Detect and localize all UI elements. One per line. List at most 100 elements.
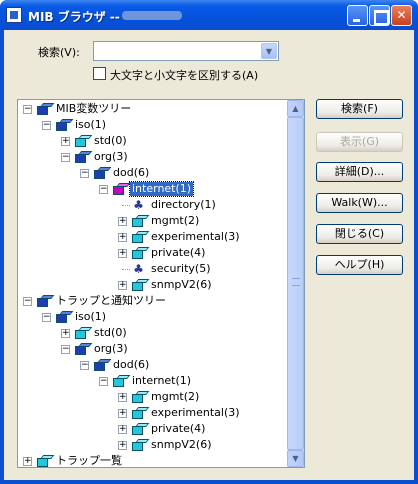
tree-node[interactable]: + private(4) [18,421,286,437]
tree-node[interactable]: − MIB変数ツリー [18,101,286,117]
tree-node[interactable]: + mgmt(2) [18,213,286,229]
tree-node[interactable]: + private(4) [18,245,286,261]
minimize-button[interactable] [347,5,368,26]
cube-icon [74,134,93,148]
expand-icon[interactable]: + [61,329,70,338]
collapse-icon[interactable]: − [23,297,32,306]
tree-node-label[interactable]: mgmt(2) [149,214,201,228]
tree-node[interactable]: − iso(1) [18,117,286,133]
tree-node[interactable]: − internet(1) [18,373,286,389]
search-button[interactable]: 検索(F) [316,99,403,119]
expand-icon[interactable]: + [118,281,127,290]
tree-node-label[interactable]: snmpV2(6) [149,278,214,292]
tree-node[interactable]: + snmpV2(6) [18,277,286,293]
tree-node[interactable]: ♣ directory(1) [18,197,286,213]
tree-node-label[interactable]: internet(1) [128,181,195,197]
tree-node-label[interactable]: snmpV2(6) [149,438,214,452]
cube-icon [131,390,150,404]
collapse-icon[interactable]: − [42,313,51,322]
tree-node[interactable]: ♣ security(5) [18,261,286,277]
tree-node[interactable]: − dod(6) [18,165,286,181]
expand-icon[interactable]: + [23,457,32,466]
tree-node-label[interactable]: directory(1) [149,198,218,212]
expand-icon[interactable]: + [118,249,127,258]
tree-node[interactable]: + std(0) [18,133,286,149]
scroll-up-button[interactable]: ▲ [287,100,304,117]
scroll-down-button[interactable]: ▼ [287,450,304,467]
tree-node-label[interactable]: internet(1) [130,374,193,388]
collapse-icon[interactable]: − [42,121,51,130]
tree-node-label[interactable]: MIB変数ツリー [54,102,133,116]
tree-node-label[interactable]: org(3) [92,342,130,356]
vertical-scrollbar[interactable]: ▲ ▼ [287,100,304,467]
show-button[interactable]: 表示(G) [316,132,403,152]
tree-node-label[interactable]: dod(6) [111,166,151,180]
tree-node[interactable]: + std(0) [18,325,286,341]
case-sensitive-label[interactable]: 大文字と小文字を区別する(A) [110,67,258,83]
cube-icon [55,310,74,324]
cube-icon [131,230,150,244]
collapse-icon[interactable]: − [80,169,89,178]
tree-node-label[interactable]: std(0) [92,326,129,340]
close-button[interactable]: 閉じる(C) [316,224,403,244]
tree-node[interactable]: − org(3) [18,149,286,165]
expand-icon[interactable]: + [118,217,127,226]
tree-node-label[interactable]: iso(1) [73,310,108,324]
tree-node[interactable]: − org(3) [18,341,286,357]
title-bar[interactable]: MIB ブラウザ -- ✕ [0,0,418,30]
collapse-icon[interactable]: − [61,345,70,354]
tree-node[interactable]: + snmpV2(6) [18,437,286,453]
tree-node[interactable]: − dod(6) [18,357,286,373]
mib-object-icon: ♣ [133,198,144,212]
tree-node-label[interactable]: experimental(3) [149,230,242,244]
cube-icon [36,294,55,308]
tree-node[interactable]: + トラップ一覧 [18,453,286,467]
search-combobox[interactable]: ▼ [93,41,279,61]
expand-icon[interactable]: + [61,137,70,146]
search-label: 検索(V): [38,46,80,59]
tree-node-label[interactable]: mgmt(2) [149,390,201,404]
tree-node-label[interactable]: private(4) [149,246,207,260]
walk-button[interactable]: Walk(W)... [316,193,403,213]
tree-node-label[interactable]: トラップ一覧 [54,454,124,467]
tree-node-label[interactable]: std(0) [92,134,129,148]
app-icon [6,7,22,23]
expand-icon[interactable]: + [118,393,127,402]
cube-icon [131,246,150,260]
tree-node[interactable]: − iso(1) [18,309,286,325]
scroll-thumb[interactable] [287,117,304,450]
tree-node[interactable]: − internet(1) [18,181,286,197]
tree-node[interactable]: + mgmt(2) [18,389,286,405]
close-window-button[interactable]: ✕ [391,5,412,26]
cube-icon [93,166,112,180]
collapse-icon[interactable]: − [99,377,108,386]
tree-node-label[interactable]: iso(1) [73,118,108,132]
expand-icon[interactable]: + [118,425,127,434]
tree-node-label[interactable]: experimental(3) [149,406,242,420]
cube-icon [55,118,74,132]
mib-tree-view[interactable]: ▲ ▼ − MIB変数ツリー − iso(1) + std(0) − org(3) − dod(6… [17,99,305,468]
chevron-down-icon[interactable]: ▼ [261,43,277,59]
tree-node-label[interactable]: トラップと通知ツリー [54,294,168,308]
help-button[interactable]: ヘルプ(H) [316,255,403,275]
tree-node-label[interactable]: dod(6) [111,358,151,372]
cube-icon [74,150,93,164]
collapse-icon[interactable]: − [61,153,70,162]
tree-node-label[interactable]: security(5) [149,262,213,276]
details-button[interactable]: 詳細(D)... [316,162,403,182]
tree-node[interactable]: + experimental(3) [18,229,286,245]
cube-icon [131,438,150,452]
tree-node[interactable]: + experimental(3) [18,405,286,421]
expand-icon[interactable]: + [118,233,127,242]
maximize-button[interactable] [369,5,390,26]
tree-node[interactable]: − トラップと通知ツリー [18,293,286,309]
expand-icon[interactable]: + [118,441,127,450]
expand-icon[interactable]: + [118,409,127,418]
case-sensitive-checkbox[interactable] [93,67,106,80]
cube-icon [131,278,150,292]
collapse-icon[interactable]: − [99,185,108,194]
collapse-icon[interactable]: − [80,361,89,370]
tree-node-label[interactable]: private(4) [149,422,207,436]
collapse-icon[interactable]: − [23,105,32,114]
tree-node-label[interactable]: org(3) [92,150,130,164]
